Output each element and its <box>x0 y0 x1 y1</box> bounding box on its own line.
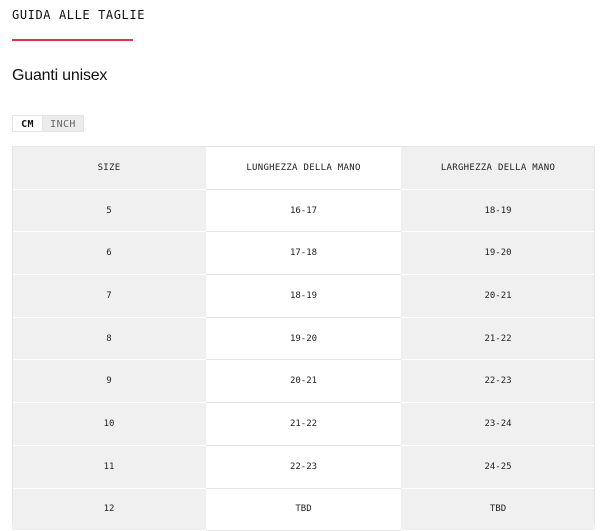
cell-hand-width: 22-23 <box>401 359 595 404</box>
cell-size: 8 <box>12 317 206 361</box>
unit-toggle: CM INCH <box>12 115 84 132</box>
table-row: 10 21-22 23-24 <box>12 402 595 446</box>
cell-hand-width: 24-25 <box>401 445 595 489</box>
cell-hand-length: 20-21 <box>206 359 401 404</box>
cell-hand-length: 22-23 <box>206 445 401 489</box>
table-row: 7 18-19 20-21 <box>12 274 595 318</box>
cell-hand-width: TBD <box>401 488 595 531</box>
unit-inch-button[interactable]: INCH <box>43 115 84 132</box>
cell-hand-length: 21-22 <box>206 402 401 446</box>
header-hand-width: LARGHEZZA DELLA MANO <box>401 146 595 190</box>
header-size: SIZE <box>12 146 206 190</box>
table-row: 8 19-20 21-22 <box>12 317 595 361</box>
table-row: 9 20-21 22-23 <box>12 359 595 404</box>
active-tab-underline <box>12 39 133 41</box>
size-table: SIZE LUNGHEZZA DELLA MANO LARGHEZZA DELL… <box>12 146 595 531</box>
cell-size: 7 <box>12 274 206 318</box>
product-title: Guanti unisex <box>12 67 108 84</box>
cell-hand-length: 19-20 <box>206 317 401 361</box>
cell-hand-width: 19-20 <box>401 231 595 276</box>
cell-hand-width: 20-21 <box>401 274 595 318</box>
table-row: 6 17-18 19-20 <box>12 231 595 276</box>
cell-size: 12 <box>12 488 206 531</box>
cell-size: 9 <box>12 359 206 404</box>
size-guide-tab[interactable]: GUIDA ALLE TAGLIE <box>12 8 145 22</box>
cell-size: 11 <box>12 445 206 489</box>
cell-hand-width: 21-22 <box>401 317 595 361</box>
cell-size: 5 <box>12 189 206 233</box>
cell-hand-length: 16-17 <box>206 189 401 233</box>
unit-cm-button[interactable]: CM <box>12 115 43 132</box>
table-row: 5 16-17 18-19 <box>12 189 595 233</box>
cell-hand-width: 18-19 <box>401 189 595 233</box>
header-hand-length: LUNGHEZZA DELLA MANO <box>206 146 401 190</box>
table-row: 12 TBD TBD <box>12 488 595 531</box>
cell-hand-length: 17-18 <box>206 231 401 276</box>
cell-size: 10 <box>12 402 206 446</box>
cell-size: 6 <box>12 231 206 276</box>
table-row: 11 22-23 24-25 <box>12 445 595 489</box>
table-header-row: SIZE LUNGHEZZA DELLA MANO LARGHEZZA DELL… <box>12 146 595 190</box>
cell-hand-length: TBD <box>206 488 401 531</box>
cell-hand-length: 18-19 <box>206 274 401 318</box>
cell-hand-width: 23-24 <box>401 402 595 446</box>
